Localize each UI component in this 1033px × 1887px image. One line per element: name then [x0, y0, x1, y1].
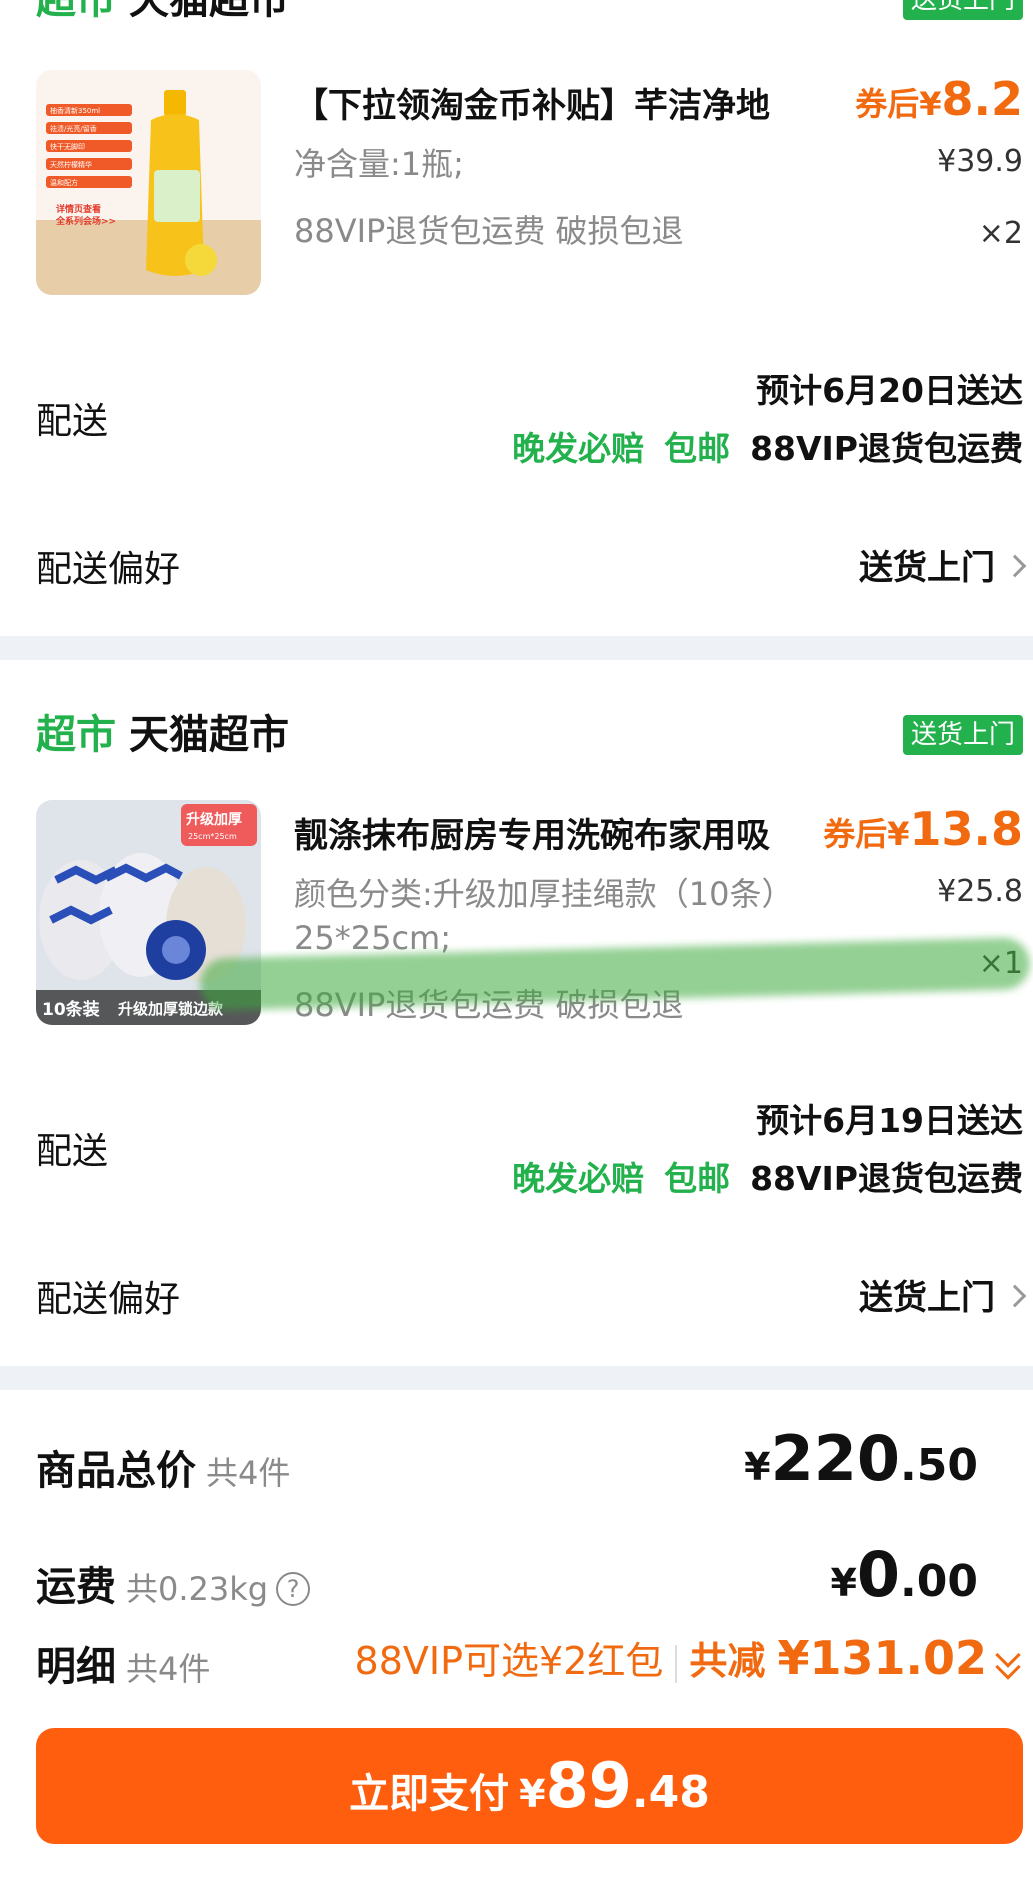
- image-text: 详情页查看: [56, 203, 101, 215]
- image-count: 10条装: [42, 999, 100, 1020]
- coupon-price: 券后¥8.2: [855, 72, 1023, 126]
- image-text: 柚香清新350ml: [50, 106, 100, 115]
- amount-integer: 0: [856, 1538, 901, 1611]
- free-shipping-tag: 包邮: [664, 429, 731, 468]
- product-spec[interactable]: 净含量:1瓶;: [294, 142, 854, 186]
- product-title[interactable]: 靓涤抹布厨房专用洗碗布家用吸: [294, 808, 854, 857]
- original-price: ¥39.9: [937, 144, 1023, 179]
- store-header: 超市 天猫超市 送货上门: [36, 0, 1023, 30]
- discount-detail-toggle[interactable]: 88VIP可选¥2红包 共减 ¥131.02: [355, 1630, 1023, 1685]
- return-shipping-tag: 88VIP退货包运费: [750, 429, 1023, 468]
- image-text: 温和配方: [50, 178, 78, 187]
- coupon-label: 券后: [855, 85, 920, 123]
- cleaner-bottle-image: 柚香清新350ml 祛渍/光亮/留香 快干无脚印 天然柠檬精华 温和配方 详情页…: [36, 70, 261, 295]
- delivery-eta: 预计6月19日送达: [756, 1101, 1023, 1140]
- shipping-label: 运费 共0.23kg?: [36, 1554, 311, 1612]
- coupon-amount: 13.8: [909, 802, 1024, 856]
- late-compensation-tag: 晚发必赔: [512, 429, 645, 468]
- pay-label: 立即支付: [349, 1771, 510, 1817]
- currency-symbol: ¥: [744, 1445, 771, 1489]
- delivery-tags: 晚发必赔 包邮 88VIP退货包运费: [512, 422, 1023, 470]
- shipping-weight: 共0.23kg: [126, 1570, 269, 1608]
- currency-symbol: ¥: [519, 1772, 546, 1816]
- goods-count: 共4件: [206, 1454, 291, 1492]
- discount-value: ¥131.02: [777, 1631, 987, 1685]
- store-name[interactable]: 天猫超市: [129, 0, 289, 30]
- delivery-badge: 送货上门: [902, 715, 1023, 755]
- amount-decimal: .00: [900, 1556, 978, 1607]
- currency-symbol: ¥: [830, 1561, 857, 1605]
- product-quantity[interactable]: ×2: [979, 216, 1023, 251]
- chevron-right-icon: [1003, 554, 1027, 577]
- delivery-pref-selector[interactable]: 送货上门: [859, 1270, 1027, 1319]
- store-tag: 超市: [36, 0, 116, 23]
- pay-now-button[interactable]: 立即支付 ¥89.48: [36, 1728, 1023, 1844]
- amount-integer: 220: [770, 1422, 901, 1495]
- delivery-pref-label: 配送偏好: [36, 549, 181, 590]
- delivery-pref-value: 送货上门: [859, 548, 995, 588]
- store-header: 超市 天猫超市 送货上门: [36, 705, 1023, 765]
- goods-total-amount: ¥220.50: [744, 1422, 978, 1495]
- delivery-pref-label: 配送偏好: [36, 1279, 181, 1320]
- detail-title: 明细: [36, 1644, 116, 1690]
- coupon-label: 券后: [823, 815, 888, 853]
- delivery-pref-value: 送货上门: [859, 1278, 995, 1318]
- delivery-pref-selector[interactable]: 送货上门: [859, 540, 1027, 589]
- store-name[interactable]: 天猫超市: [129, 705, 289, 765]
- coupon-currency: ¥: [887, 815, 910, 853]
- shipping-amount: ¥0.00: [830, 1538, 978, 1611]
- chevron-right-icon: [1003, 1284, 1027, 1307]
- delivery-eta: 预计6月20日送达: [756, 371, 1023, 410]
- coupon-price: 券后¥13.8: [823, 802, 1023, 856]
- store-tag: 超市: [36, 712, 116, 758]
- coupon-currency: ¥: [919, 85, 942, 123]
- free-shipping-tag: 包邮: [664, 1159, 731, 1198]
- image-text: 全系列会场>>: [55, 215, 116, 227]
- section-divider: [0, 1366, 1033, 1390]
- image-text: 天然柠檬精华: [50, 160, 92, 169]
- product-thumbnail[interactable]: 柚香清新350ml 祛渍/光亮/留香 快干无脚印 天然柠檬精华 温和配方 详情页…: [36, 70, 261, 295]
- delivery-tags: 晚发必赔 包邮 88VIP退货包运费: [512, 1152, 1023, 1200]
- separator: [675, 1644, 678, 1683]
- delivery-label: 配送: [36, 401, 109, 442]
- return-shipping-tag: 88VIP退货包运费: [750, 1159, 1023, 1198]
- coupon-amount: 8.2: [941, 72, 1024, 126]
- detail-count: 共4件: [126, 1650, 211, 1688]
- delivery-badge: 送货上门: [902, 0, 1023, 20]
- amount-decimal: .48: [631, 1767, 710, 1818]
- help-icon[interactable]: ?: [276, 1572, 311, 1606]
- original-price: ¥25.8: [937, 874, 1023, 909]
- image-badge-sub: 25cm*25cm: [188, 832, 237, 841]
- image-badge: 升级加厚: [186, 811, 242, 828]
- product-item[interactable]: 柚香清新350ml 祛渍/光亮/留香 快干无脚印 天然柠檬精华 温和配方 详情页…: [36, 70, 1023, 300]
- double-chevron-down-icon[interactable]: [995, 1641, 1023, 1682]
- goods-total-title: 商品总价: [36, 1448, 196, 1494]
- amount-integer: 89: [545, 1749, 632, 1822]
- late-compensation-tag: 晚发必赔: [512, 1159, 645, 1198]
- amount-decimal: .50: [900, 1440, 978, 1491]
- redpacket-offer[interactable]: 88VIP可选¥2红包: [355, 1639, 664, 1683]
- detail-label: 明细 共4件: [36, 1634, 210, 1692]
- image-text: 祛渍/光亮/留香: [50, 124, 97, 133]
- image-text: 快干无脚印: [50, 142, 85, 151]
- discount-label: 共减: [689, 1639, 766, 1683]
- shipping-title: 运费: [36, 1564, 116, 1610]
- product-title[interactable]: 【下拉领淘金币补贴】芊洁净地: [294, 78, 854, 127]
- product-service: 88VIP退货包运费 破损包退: [294, 212, 684, 250]
- goods-total-label: 商品总价 共4件: [36, 1438, 290, 1496]
- delivery-label: 配送: [36, 1131, 109, 1172]
- section-divider: [0, 636, 1033, 660]
